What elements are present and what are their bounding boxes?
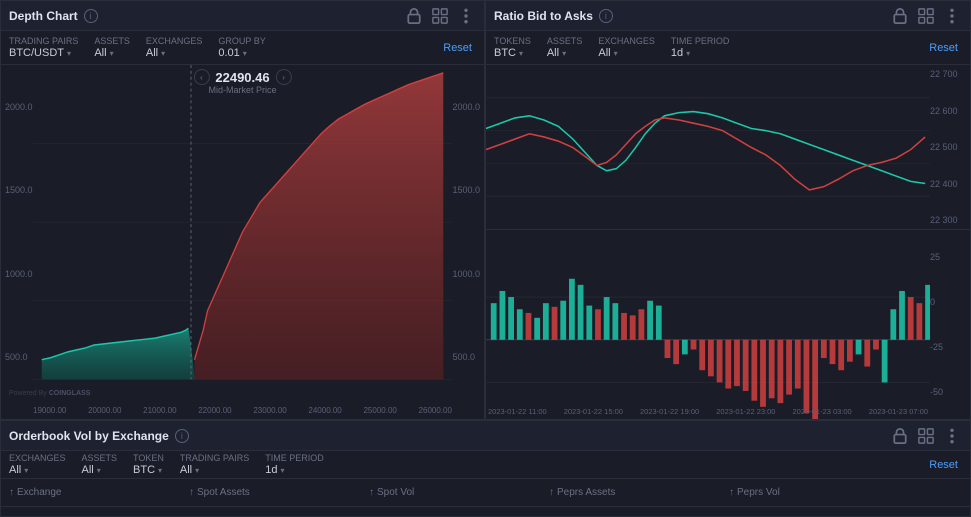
- mid-price-right-arrow[interactable]: ›: [276, 69, 292, 85]
- ob-exchanges-dropdown[interactable]: All ▾: [9, 464, 66, 476]
- ratio-reset-button[interactable]: Reset: [925, 40, 962, 56]
- depth-chart-grid-icon[interactable]: [430, 6, 450, 26]
- ob-trading-pairs-dropdown[interactable]: All ▾: [180, 464, 249, 476]
- col-spot-vol[interactable]: ↑ Spot Vol: [369, 487, 549, 498]
- depth-y-axis: 2000.0 1500.0 1000.0 500.0: [5, 65, 33, 399]
- orderbook-lock-icon[interactable]: [890, 426, 910, 446]
- col-exchange[interactable]: ↑ Exchange: [9, 487, 189, 498]
- depth-chart-header: Depth Chart i: [1, 1, 484, 31]
- mid-price-value: 22490.46: [215, 70, 269, 85]
- ratio-header: Ratio Bid to Asks i: [486, 1, 970, 31]
- group-by-control: Group By 0.01 ▾: [218, 36, 265, 59]
- depth-x-axis: 19000.00 20000.00 21000.00 22000.00 2300…: [33, 401, 452, 419]
- main-grid: Depth Chart i: [0, 0, 971, 517]
- ratio-info-icon[interactable]: i: [599, 9, 613, 23]
- ratio-controls: Tokens BTC ▾ Assets All ▾ Exchanges All …: [486, 31, 970, 65]
- ratio-tokens-label: Tokens: [494, 36, 531, 46]
- ob-token-control: Token BTC ▾: [133, 453, 164, 476]
- ratio-exchanges-label: Exchanges: [598, 36, 655, 46]
- orderbook-info-icon[interactable]: i: [175, 429, 189, 443]
- coinglass-watermark: Powered By COINGLASS: [9, 390, 90, 397]
- depth-exchanges-control: Exchanges All ▾: [146, 36, 203, 59]
- trading-pairs-label: Trading Pairs: [9, 36, 78, 46]
- trading-pairs-arrow: ▾: [67, 49, 71, 58]
- col-peprs-vol[interactable]: ↑ Peprs Vol: [729, 487, 962, 498]
- ob-trading-pairs-label: Trading Pairs: [180, 453, 249, 463]
- ratio-assets-control: Assets All ▾: [547, 36, 583, 59]
- orderbook-table-header: ↑ Exchange ↑ Spot Assets ↑ Spot Vol ↑ Pe…: [1, 479, 970, 507]
- ob-time-label: Time Period: [265, 453, 324, 463]
- ob-token-dropdown[interactable]: BTC ▾: [133, 464, 164, 476]
- trading-pairs-control: Trading Pairs BTC/USDT ▾: [9, 36, 78, 59]
- col-spot-assets[interactable]: ↑ Spot Assets: [189, 487, 369, 498]
- ratio-grid-icon[interactable]: [916, 6, 936, 26]
- depth-exchanges-dropdown[interactable]: All ▾: [146, 47, 203, 59]
- mid-price-left-arrow[interactable]: ‹: [193, 69, 209, 85]
- ratio-time-control: Time Period 1d ▾: [671, 36, 730, 59]
- orderbook-grid-icon[interactable]: [916, 426, 936, 446]
- orderbook-panel-icons: [890, 426, 962, 446]
- ratio-bar-chart-svg: [486, 230, 930, 419]
- ratio-top-chart: 22 700 22 600 22 500 22 400 22 300: [486, 65, 970, 230]
- depth-chart-panel-icons: [404, 6, 476, 26]
- depth-chart-area: ‹ 22490.46 › Mid-Market Price 2000.0 150…: [1, 65, 484, 419]
- group-by-label: Group By: [218, 36, 265, 46]
- orderbook-more-icon[interactable]: [942, 426, 962, 446]
- ob-assets-control: Assets All ▾: [82, 453, 118, 476]
- depth-chart-controls: Trading Pairs BTC/USDT ▾ Assets All ▾ Ex…: [1, 31, 484, 65]
- ratio-top-y-axis: 22 700 22 600 22 500 22 400 22 300: [930, 65, 968, 229]
- orderbook-vol-panel: Orderbook Vol by Exchange i: [0, 420, 971, 517]
- depth-chart-svg: [33, 65, 452, 399]
- orderbook-header: Orderbook Vol by Exchange i: [1, 421, 970, 451]
- trading-pairs-dropdown[interactable]: BTC/USDT ▾: [9, 47, 78, 59]
- depth-chart-lock-icon[interactable]: [404, 6, 424, 26]
- ob-time-control: Time Period 1d ▾: [265, 453, 324, 476]
- depth-assets-control: Assets All ▾: [94, 36, 130, 59]
- ob-time-dropdown[interactable]: 1d ▾: [265, 464, 324, 476]
- ratio-panel-icons: [890, 6, 962, 26]
- ratio-exchanges-control: Exchanges All ▾: [598, 36, 655, 59]
- ratio-panel: Ratio Bid to Asks i: [485, 0, 971, 420]
- ratio-more-icon[interactable]: [942, 6, 962, 26]
- ratio-lock-icon[interactable]: [890, 6, 910, 26]
- depth-exchanges-label: Exchanges: [146, 36, 203, 46]
- depth-y-axis-right: 2000.0 1500.0 1000.0 500.0: [452, 65, 480, 399]
- ratio-time-dropdown[interactable]: 1d ▾: [671, 47, 730, 59]
- depth-chart-more-icon[interactable]: [456, 6, 476, 26]
- ratio-line-chart-svg: [486, 65, 930, 229]
- depth-chart-panel: Depth Chart i: [0, 0, 485, 420]
- ratio-bottom-chart: 25 0 -25 -50 2023-01-22 11:00 2023-01-22…: [486, 230, 970, 419]
- ratio-exchanges-dropdown[interactable]: All ▾: [598, 47, 655, 59]
- ob-exchanges-control: Exchanges All ▾: [9, 453, 66, 476]
- depth-assets-dropdown[interactable]: All ▾: [94, 47, 130, 59]
- ratio-time-label: Time Period: [671, 36, 730, 46]
- ratio-tokens-control: Tokens BTC ▾: [494, 36, 531, 59]
- ob-exchanges-label: Exchanges: [9, 453, 66, 463]
- depth-chart-info-icon[interactable]: i: [84, 9, 98, 23]
- ratio-tokens-dropdown[interactable]: BTC ▾: [494, 47, 531, 59]
- group-by-dropdown[interactable]: 0.01 ▾: [218, 47, 265, 59]
- ob-trading-pairs-control: Trading Pairs All ▾: [180, 453, 249, 476]
- ob-assets-label: Assets: [82, 453, 118, 463]
- orderbook-title: Orderbook Vol by Exchange: [9, 429, 169, 443]
- ratio-x-axis: 2023-01-22 11:00 2023-01-22 15:00 2023-0…: [486, 403, 930, 419]
- mid-market-label-container: ‹ 22490.46 › Mid-Market Price: [193, 69, 291, 95]
- orderbook-controls: Exchanges All ▾ Assets All ▾ Token BTC ▾: [1, 451, 970, 479]
- depth-chart-title: Depth Chart: [9, 9, 78, 23]
- col-peprs-assets[interactable]: ↑ Peprs Assets: [549, 487, 729, 498]
- ratio-assets-dropdown[interactable]: All ▾: [547, 47, 583, 59]
- depth-reset-button[interactable]: Reset: [439, 40, 476, 56]
- ratio-assets-label: Assets: [547, 36, 583, 46]
- depth-assets-label: Assets: [94, 36, 130, 46]
- mid-price-subtitle: Mid-Market Price: [193, 85, 291, 95]
- ratio-bottom-y-axis: 25 0 -25 -50: [930, 230, 968, 419]
- ratio-title: Ratio Bid to Asks: [494, 9, 593, 23]
- ob-reset-button[interactable]: Reset: [925, 457, 962, 473]
- ob-token-label: Token: [133, 453, 164, 463]
- ob-assets-dropdown[interactable]: All ▾: [82, 464, 118, 476]
